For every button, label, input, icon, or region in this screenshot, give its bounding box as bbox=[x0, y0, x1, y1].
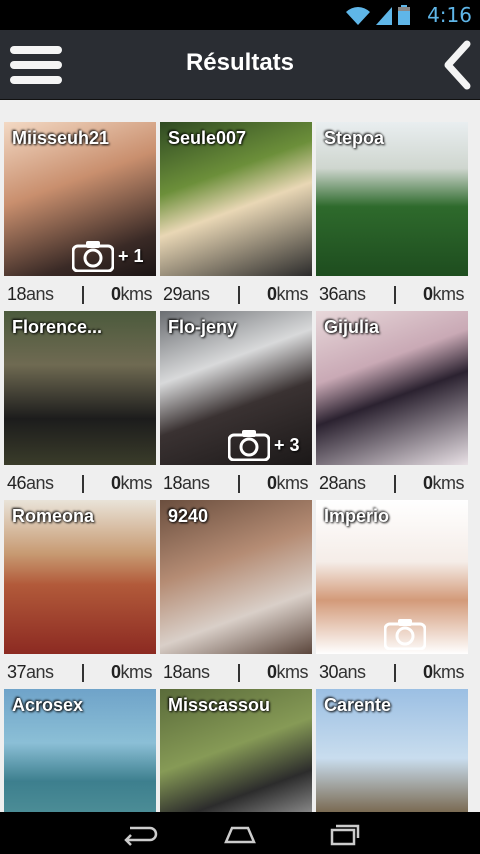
profile-meta: 18ans 0kms bbox=[4, 280, 156, 310]
result-card[interactable]: Miisseuh21 + 1 18ans 0kms bbox=[4, 122, 156, 312]
meta-divider bbox=[394, 475, 396, 493]
camera-icon bbox=[228, 430, 270, 461]
profile-distance: 0kms bbox=[110, 473, 153, 493]
profile-photo[interactable]: Misscassou bbox=[160, 689, 312, 812]
profile-photo[interactable]: 9240 bbox=[160, 500, 312, 654]
profile-photo[interactable]: Gijulia bbox=[316, 311, 468, 465]
profile-meta: 36ans 0kms bbox=[316, 280, 468, 310]
profile-age: 30ans bbox=[319, 662, 366, 682]
camera-icon bbox=[384, 619, 426, 650]
profile-age: 46ans bbox=[7, 473, 54, 493]
profile-distance: 0kms bbox=[110, 284, 153, 304]
result-card[interactable]: Flo-jeny + 3 18ans 0kms bbox=[160, 311, 312, 501]
profile-distance: 0kms bbox=[422, 473, 465, 493]
profile-distance: 0kms bbox=[110, 662, 153, 682]
meta-divider bbox=[238, 664, 240, 682]
profile-name: Seule007 bbox=[168, 128, 247, 148]
meta-divider bbox=[238, 475, 240, 493]
photo-count: + 1 bbox=[118, 245, 144, 266]
back-nav-button[interactable] bbox=[118, 822, 158, 846]
profile-distance: 0kms bbox=[266, 662, 309, 682]
meta-divider bbox=[238, 286, 240, 304]
result-card[interactable]: Stepoa 36ans 0kms bbox=[316, 122, 468, 312]
meta-divider bbox=[82, 475, 84, 493]
result-card[interactable]: Carente bbox=[316, 689, 468, 812]
back-button[interactable] bbox=[442, 40, 472, 90]
system-nav-bar bbox=[0, 812, 480, 854]
home-nav-button[interactable] bbox=[220, 822, 260, 846]
recents-nav-button[interactable] bbox=[322, 822, 362, 846]
profile-distance: 0kms bbox=[422, 284, 465, 304]
result-card[interactable]: Seule007 29ans 0kms bbox=[160, 122, 312, 312]
profile-name: Gijulia bbox=[324, 317, 380, 337]
profile-name: Flo-jeny bbox=[168, 317, 238, 337]
profile-age: 18ans bbox=[163, 473, 210, 493]
profile-meta: 18ans 0kms bbox=[160, 658, 312, 688]
result-card[interactable]: Gijulia 28ans 0kms bbox=[316, 311, 468, 501]
profile-age: 36ans bbox=[319, 284, 366, 304]
profile-name: Imperio bbox=[324, 506, 390, 526]
home-nav-icon bbox=[224, 826, 256, 844]
profile-age: 18ans bbox=[7, 284, 54, 304]
app-bar: Résultats bbox=[0, 30, 480, 100]
profile-name: Miisseuh21 bbox=[12, 128, 110, 148]
result-card[interactable]: Romeona 37ans 0kms bbox=[4, 500, 156, 690]
profile-photo[interactable]: Acrosex bbox=[4, 689, 156, 812]
photo-count: + 3 bbox=[274, 434, 300, 455]
result-card[interactable]: Acrosex bbox=[4, 689, 156, 812]
status-icons bbox=[346, 5, 410, 25]
profile-age: 18ans bbox=[163, 662, 210, 682]
meta-divider bbox=[394, 286, 396, 304]
signal-icon bbox=[376, 7, 392, 25]
profile-age: 29ans bbox=[163, 284, 210, 304]
profile-meta: 37ans 0kms bbox=[4, 658, 156, 688]
profile-meta: 18ans 0kms bbox=[160, 469, 312, 499]
photo-count-badge: + 3 bbox=[228, 429, 300, 461]
page-title: Résultats bbox=[185, 49, 295, 76]
profile-meta: 29ans 0kms bbox=[160, 280, 312, 310]
profile-name: Stepoa bbox=[324, 128, 385, 148]
photo-count-badge: + 1 bbox=[72, 240, 144, 272]
profile-meta: 28ans 0kms bbox=[316, 469, 468, 499]
status-bar: 4:16 bbox=[0, 0, 480, 30]
result-card[interactable]: Florence... 46ans 0kms bbox=[4, 311, 156, 501]
meta-divider bbox=[394, 664, 396, 682]
profile-distance: 0kms bbox=[266, 284, 309, 304]
photo-count-badge bbox=[384, 618, 426, 650]
result-card[interactable]: Misscassou bbox=[160, 689, 312, 812]
profile-photo[interactable]: Florence... bbox=[4, 311, 156, 465]
profile-age: 28ans bbox=[319, 473, 366, 493]
back-nav-icon bbox=[124, 826, 158, 846]
profile-photo[interactable]: Miisseuh21 + 1 bbox=[4, 122, 156, 276]
chevron-left-icon bbox=[444, 40, 471, 90]
profile-photo[interactable]: Romeona bbox=[4, 500, 156, 654]
profile-name: Misscassou bbox=[168, 695, 271, 715]
profile-photo[interactable]: Stepoa bbox=[316, 122, 468, 276]
wifi-icon bbox=[346, 7, 370, 25]
meta-divider bbox=[82, 286, 84, 304]
camera-icon bbox=[72, 241, 114, 272]
profile-name: Romeona bbox=[12, 506, 95, 526]
profile-meta: 30ans 0kms bbox=[316, 658, 468, 688]
profile-name: Carente bbox=[324, 695, 392, 715]
profile-photo[interactable]: Carente bbox=[316, 689, 468, 812]
profile-name: Acrosex bbox=[12, 695, 84, 715]
profile-meta: 46ans 0kms bbox=[4, 469, 156, 499]
recents-nav-icon bbox=[330, 824, 360, 846]
profile-age: 37ans bbox=[7, 662, 54, 682]
status-time: 4:16 bbox=[427, 3, 472, 27]
profile-photo[interactable]: Imperio bbox=[316, 500, 468, 654]
result-card[interactable]: Imperio 30ans 0kms bbox=[316, 500, 468, 690]
profile-name: Florence... bbox=[12, 317, 103, 337]
profile-distance: 0kms bbox=[422, 662, 465, 682]
profile-distance: 0kms bbox=[266, 473, 309, 493]
profile-name: 9240 bbox=[168, 506, 209, 526]
meta-divider bbox=[82, 664, 84, 682]
profile-photo[interactable]: Seule007 bbox=[160, 122, 312, 276]
result-card[interactable]: 9240 18ans 0kms bbox=[160, 500, 312, 690]
battery-icon bbox=[398, 5, 410, 25]
profile-photo[interactable]: Flo-jeny + 3 bbox=[160, 311, 312, 465]
results-grid: Miisseuh21 + 1 18ans 0kms Seule007 29ans 0kms S… bbox=[0, 100, 480, 812]
